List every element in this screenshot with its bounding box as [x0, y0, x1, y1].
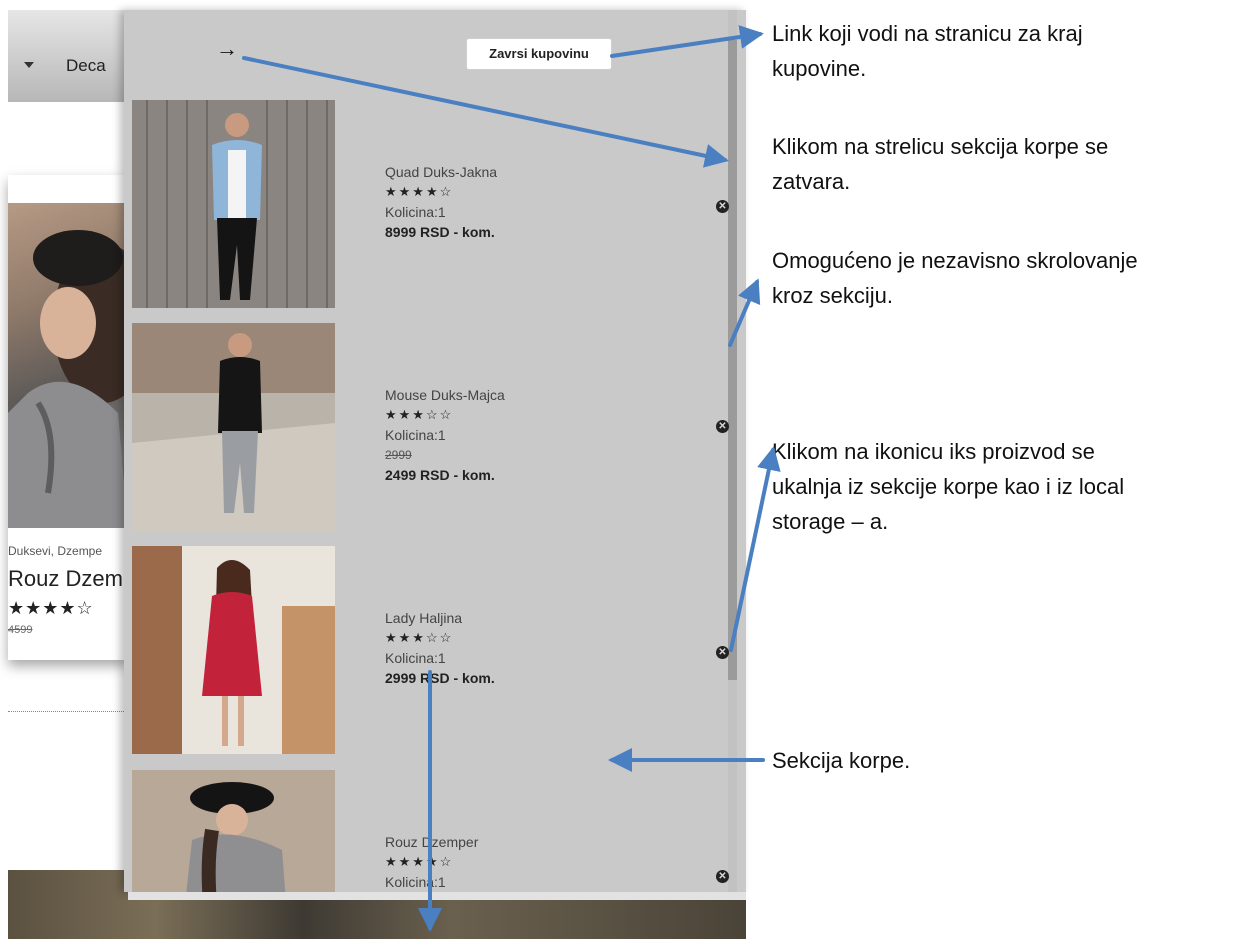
nav-item-deca[interactable]: Deca: [66, 56, 106, 76]
cart-item-rating: ★★★★☆: [385, 184, 454, 199]
product-image: [132, 100, 335, 308]
product-image: [132, 546, 335, 754]
checkout-button[interactable]: Zavrsi kupovinu: [466, 38, 612, 70]
cart-panel[interactable]: → Zavrsi kupovinu Quad Duks-Jakna ★★★★☆ …: [124, 10, 746, 892]
cart-item-info: Lady Haljina ★★★☆☆ Kolicina:1 2999 RSD -…: [385, 608, 495, 688]
cart-item: Lady Haljina ★★★☆☆ Kolicina:1 2999 RSD -…: [132, 546, 726, 756]
cart-item-price: 8999 RSD - kom.: [385, 224, 495, 240]
cart-item: Quad Duks-Jakna ★★★★☆ Kolicina:1 8999 RS…: [132, 100, 726, 310]
cart-item-rating: ★★★☆☆: [385, 407, 454, 422]
remove-item-icon[interactable]: ✕: [716, 420, 729, 433]
cart-item-name: Quad Duks-Jakna: [385, 164, 498, 180]
cart-item-rating: ★★★☆☆: [385, 630, 454, 645]
cart-item-quantity: Kolicina:1: [385, 650, 446, 666]
product-image: [132, 323, 335, 531]
remove-item-icon[interactable]: ✕: [716, 200, 729, 213]
page-scrollbar-track: [128, 892, 746, 900]
cart-item-old-price: 2999: [385, 448, 412, 462]
product-old-price: 4599: [8, 624, 33, 636]
remove-item-icon[interactable]: ✕: [716, 870, 729, 883]
cart-item-rating: ★★★★☆: [385, 854, 454, 869]
arrow-right-icon[interactable]: →: [216, 38, 238, 60]
divider: [8, 711, 124, 712]
cart-item: Mouse Duks-Majca ★★★☆☆ Kolicina:1 2999 2…: [132, 323, 726, 533]
annotation-scrolling: Omogućeno je nezavisno skrolovanje kroz …: [772, 248, 1138, 308]
cart-item-name: Lady Haljina: [385, 610, 463, 626]
product-card[interactable]: Duksevi, Dzempe Rouz Dzem ★★★★☆ 4599: [8, 175, 128, 660]
annotation-checkout-link: Link koji vodi na stranicu za kraj kupov…: [772, 21, 1083, 81]
annotation-close-arrow: Klikom na strelicu sekcija korpe se zatv…: [772, 134, 1109, 194]
caret-down-icon[interactable]: [24, 62, 34, 68]
product-rating: ★★★★☆: [8, 598, 94, 618]
cart-item-info: Quad Duks-Jakna ★★★★☆ Kolicina:1 8999 RS…: [385, 162, 497, 242]
product-category: Duksevi, Dzempe: [8, 544, 103, 558]
cart-item-quantity: Kolicina:1: [385, 874, 446, 890]
annotation-remove-icon: Klikom na ikonicu iks proizvod se ukalnj…: [772, 439, 1125, 534]
remove-item-icon[interactable]: ✕: [716, 646, 729, 659]
scrollbar-thumb[interactable]: [728, 40, 737, 680]
cart-scrollbar[interactable]: [728, 10, 737, 892]
cart-item-name: Mouse Duks-Majca: [385, 387, 505, 403]
product-image: [132, 770, 335, 892]
cart-item-name: Rouz Dzemper: [385, 834, 479, 850]
cart-item-quantity: Kolicina:1: [385, 427, 446, 443]
cart-item-price: 2999 RSD - kom.: [385, 670, 495, 686]
cart-item-price: 2499 RSD - kom.: [385, 467, 495, 483]
cart-item-info: Rouz Dzemper ★★★★☆ Kolicina:1: [385, 832, 478, 892]
cart-item: Rouz Dzemper ★★★★☆ Kolicina:1: [132, 770, 726, 892]
cart-item-info: Mouse Duks-Majca ★★★☆☆ Kolicina:1 2999 2…: [385, 385, 505, 485]
cart-item-quantity: Kolicina:1: [385, 204, 446, 220]
product-title[interactable]: Rouz Dzem: [8, 566, 123, 592]
annotation-cart-section: Sekcija korpe.: [772, 748, 911, 773]
product-image[interactable]: [8, 203, 128, 528]
